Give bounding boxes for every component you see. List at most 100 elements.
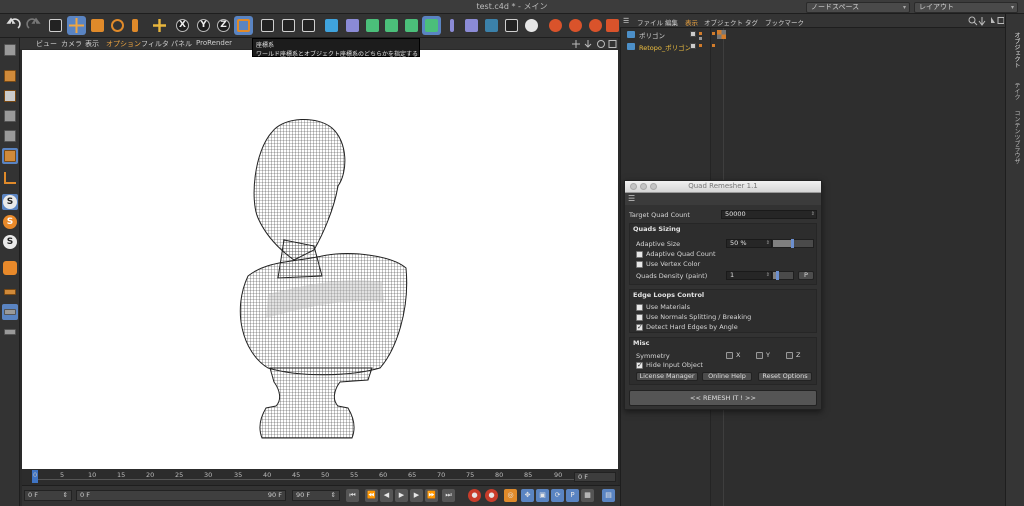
axis-y-button[interactable]: Y xyxy=(194,16,213,35)
prev-frame-button[interactable]: ◀ xyxy=(380,489,393,502)
floor-button[interactable] xyxy=(482,16,501,35)
detect-hard-edges-checkbox[interactable]: ✓ xyxy=(636,323,643,331)
record-button[interactable]: ● xyxy=(468,489,481,502)
node-space-dropdown[interactable]: ノードスペース ▾ xyxy=(806,2,910,13)
snap-button[interactable] xyxy=(129,16,148,35)
go-to-end-button[interactable]: ⏭ xyxy=(442,489,455,502)
quads-density-input[interactable]: 1 ⇕ xyxy=(726,271,772,280)
undo-button[interactable] xyxy=(4,16,23,35)
viewport[interactable] xyxy=(22,50,618,469)
symmetry-z-checkbox[interactable] xyxy=(786,352,793,359)
editor-dot[interactable] xyxy=(699,37,702,40)
model-mode-button[interactable] xyxy=(2,68,18,84)
menu-view-om[interactable]: 表示 xyxy=(685,17,698,27)
render-dot[interactable] xyxy=(699,44,702,47)
end-frame-field[interactable]: 90 F ⇕ xyxy=(292,490,340,501)
adaptive-size-input[interactable]: 50 % ⇕ xyxy=(726,239,772,248)
planar-workplane-button[interactable] xyxy=(2,324,18,340)
tab-takes[interactable]: テイク xyxy=(1011,82,1021,100)
next-key-button[interactable]: ⏩ xyxy=(425,489,438,502)
key-parameter-button[interactable]: P xyxy=(566,489,579,502)
live-select-button[interactable] xyxy=(46,16,65,35)
edge-mode-button[interactable] xyxy=(2,128,18,144)
point-mode-button[interactable] xyxy=(2,108,18,124)
hide-input-checkbox[interactable]: ✓ xyxy=(636,361,643,369)
timeline[interactable]: 0 5 10 15 20 25 30 35 40 45 50 55 60 65 … xyxy=(22,469,618,485)
cloner-button[interactable] xyxy=(382,16,401,35)
add-tool-button[interactable] xyxy=(150,16,169,35)
rotate-tool-button[interactable] xyxy=(108,16,127,35)
tab-objects[interactable]: オブジェクト xyxy=(1011,32,1021,68)
prev-key-button[interactable]: ⏪ xyxy=(365,489,378,502)
play-button[interactable]: ▶ xyxy=(395,489,408,502)
subdivision-button[interactable] xyxy=(363,16,382,35)
symmetry-y-checkbox[interactable] xyxy=(756,352,763,359)
light-button[interactable] xyxy=(522,16,541,35)
start-frame-field[interactable]: 0 F ⇕ xyxy=(24,490,72,501)
snap-enable-button[interactable]: S xyxy=(2,194,18,210)
layout-dropdown[interactable]: レイアウト ▾ xyxy=(914,2,1018,13)
menu-camera[interactable]: カメラ xyxy=(61,39,82,49)
deformer-button[interactable] xyxy=(402,16,421,35)
texture-mode-button[interactable] xyxy=(2,88,18,104)
coordinate-system-button[interactable] xyxy=(234,16,253,35)
make-editable-button[interactable] xyxy=(2,42,18,58)
viewport-nav-icons[interactable] xyxy=(572,39,618,49)
next-frame-button[interactable]: ▶ xyxy=(410,489,423,502)
frame-range-slider[interactable]: 0 F 90 F xyxy=(76,490,286,501)
remesh-button[interactable]: << REMESH IT ! >> xyxy=(629,390,817,406)
slider-knob[interactable] xyxy=(791,239,794,248)
menu-options[interactable]: オプション xyxy=(106,39,141,49)
adaptive-quad-count-checkbox[interactable] xyxy=(636,251,643,258)
render-picture-viewer-button[interactable] xyxy=(279,16,298,35)
menu-prorender[interactable]: ProRender xyxy=(196,39,232,47)
menu-filter[interactable]: フィルタ xyxy=(141,39,169,49)
target-quad-count-input[interactable]: 50000 ⇕ xyxy=(721,210,817,219)
menu-bookmark[interactable]: ブックマーク xyxy=(765,17,804,27)
mograph-button[interactable] xyxy=(422,16,441,35)
use-normals-checkbox[interactable] xyxy=(636,314,643,321)
menu-file[interactable]: ファイル xyxy=(637,17,663,27)
reset-options-button[interactable]: Reset Options xyxy=(758,372,812,381)
snap-grid-button[interactable]: S xyxy=(2,234,18,250)
current-frame-field[interactable]: 0 F xyxy=(574,472,616,482)
material-button[interactable] xyxy=(462,16,481,35)
keyframe-selection-button[interactable]: ◎ xyxy=(504,489,517,502)
go-to-start-button[interactable]: ⏮ xyxy=(346,489,359,502)
scale-tool-button[interactable] xyxy=(88,16,107,35)
spline-pen-button[interactable] xyxy=(343,16,362,35)
menu-object[interactable]: オブジェクト xyxy=(704,17,743,27)
visibility-flag[interactable] xyxy=(690,31,696,37)
axis-x-button[interactable]: X xyxy=(173,16,192,35)
use-materials-checkbox[interactable] xyxy=(636,304,643,311)
magnet-button[interactable] xyxy=(2,260,18,276)
render-settings-button[interactable] xyxy=(299,16,318,35)
tab-content-browser[interactable]: コンテンツブラウザ xyxy=(1011,110,1021,164)
key-scale-button[interactable]: ▣ xyxy=(536,489,549,502)
menu-panel[interactable]: パネル xyxy=(171,39,192,49)
paint-density-button[interactable]: P xyxy=(798,271,814,280)
license-manager-button[interactable]: License Manager xyxy=(636,372,698,381)
menu-tag[interactable]: タグ xyxy=(745,17,758,27)
hamburger-icon[interactable]: ☰ xyxy=(623,17,629,25)
slider-knob[interactable] xyxy=(776,271,779,280)
online-help-button[interactable]: Online Help xyxy=(702,372,752,381)
menu-edit[interactable]: 編集 xyxy=(665,17,678,27)
plugin-button-1[interactable] xyxy=(546,16,565,35)
locked-workplane-button[interactable] xyxy=(2,304,18,320)
timeline-window-button[interactable]: ▤ xyxy=(602,489,615,502)
field-button[interactable] xyxy=(443,16,462,35)
key-pla-button[interactable]: ▦ xyxy=(581,489,594,502)
redo-button[interactable] xyxy=(24,16,43,35)
tag-icons[interactable] xyxy=(712,30,732,52)
key-rotation-button[interactable]: ⟳ xyxy=(551,489,564,502)
quads-density-slider[interactable] xyxy=(772,271,794,280)
camera-button[interactable] xyxy=(502,16,521,35)
menu-view[interactable]: ビュー xyxy=(36,39,57,49)
visibility-flag[interactable] xyxy=(690,43,696,49)
render-view-button[interactable] xyxy=(258,16,277,35)
adaptive-size-slider[interactable] xyxy=(772,239,814,248)
cube-button[interactable] xyxy=(322,16,341,35)
workplane-button[interactable] xyxy=(2,284,18,300)
symmetry-x-checkbox[interactable] xyxy=(726,352,733,359)
